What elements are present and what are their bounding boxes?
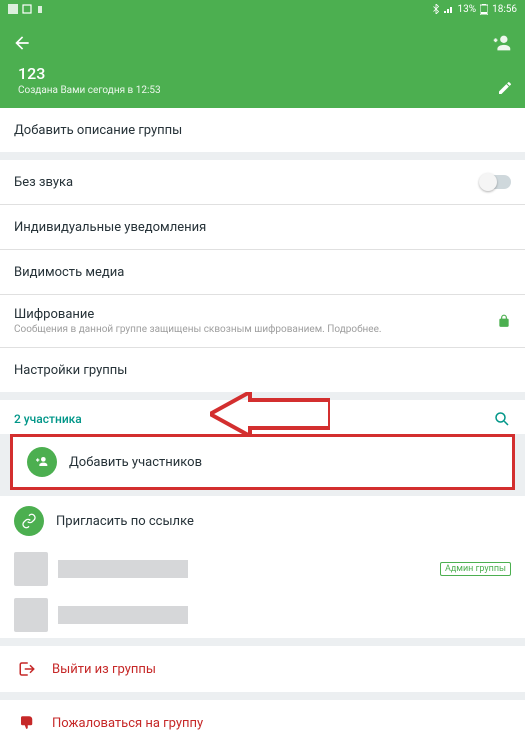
group-title: 123	[18, 64, 161, 83]
back-arrow-icon[interactable]	[12, 33, 32, 53]
exit-icon	[18, 660, 36, 678]
custom-notifications-label: Индивидуальные уведомления	[14, 220, 206, 235]
avatar	[14, 552, 48, 586]
mute-toggle[interactable]	[481, 175, 511, 189]
exit-group-label: Выйти из группы	[52, 662, 156, 677]
link-icon	[14, 506, 44, 536]
status-left	[8, 4, 44, 14]
media-visibility-label: Видимость медиа	[14, 265, 124, 280]
lock-icon	[497, 314, 511, 328]
signal-icon	[444, 5, 454, 13]
add-description-label: Добавить описание группы	[14, 123, 182, 138]
report-group-label: Пожаловаться на группу	[52, 716, 203, 731]
status-icon	[36, 4, 44, 14]
member-name-redacted	[58, 560, 188, 578]
battery-text: 13%	[458, 4, 477, 15]
status-icon	[22, 4, 32, 14]
edit-icon[interactable]	[497, 80, 513, 96]
bluetooth-icon	[432, 4, 440, 14]
report-group-row[interactable]: Пожаловаться на группу	[0, 700, 525, 746]
add-participants-label: Добавить участников	[69, 455, 202, 470]
group-subtitle: Создана Вами сегодня в 12:53	[18, 85, 161, 96]
status-icon	[8, 4, 18, 14]
add-participants-row[interactable]: Добавить участников	[13, 437, 512, 487]
status-right: 13% 18:56	[432, 4, 517, 15]
custom-notifications-row[interactable]: Индивидуальные уведомления	[0, 205, 525, 249]
exit-group-row[interactable]: Выйти из группы	[0, 646, 525, 692]
mute-row[interactable]: Без звука	[0, 160, 525, 204]
group-settings-row[interactable]: Настройки группы	[0, 348, 525, 392]
invite-link-row[interactable]: Пригласить по ссылке	[0, 496, 525, 546]
member-name-redacted	[58, 606, 188, 624]
battery-icon	[480, 4, 488, 15]
encryption-sub: Сообщения в данной группе защищены сквоз…	[14, 324, 382, 335]
thumbs-down-icon	[18, 714, 36, 732]
status-bar: 13% 18:56	[0, 0, 525, 18]
media-visibility-row[interactable]: Видимость медиа	[0, 250, 525, 294]
encryption-row[interactable]: Шифрование Сообщения в данной группе защ…	[0, 295, 525, 347]
invite-link-label: Пригласить по ссылке	[56, 514, 194, 529]
app-header: 123 Создана Вами сегодня в 12:53	[0, 18, 525, 108]
participants-header: 2 участника	[0, 400, 525, 434]
member-row[interactable]: Админ группы	[0, 546, 525, 592]
highlight-annotation: Добавить участников	[10, 434, 515, 490]
participants-count: 2 участника	[14, 412, 82, 426]
mute-label: Без звука	[14, 175, 73, 190]
admin-badge: Админ группы	[440, 562, 511, 576]
group-settings-label: Настройки группы	[14, 363, 127, 378]
search-icon[interactable]	[493, 410, 511, 428]
add-participant-icon	[27, 447, 57, 477]
encryption-label: Шифрование	[14, 307, 382, 322]
add-description-row[interactable]: Добавить описание группы	[0, 108, 525, 152]
add-contact-icon[interactable]	[491, 32, 513, 54]
avatar	[14, 598, 48, 632]
member-row[interactable]	[0, 592, 525, 638]
clock-text: 18:56	[492, 4, 517, 15]
